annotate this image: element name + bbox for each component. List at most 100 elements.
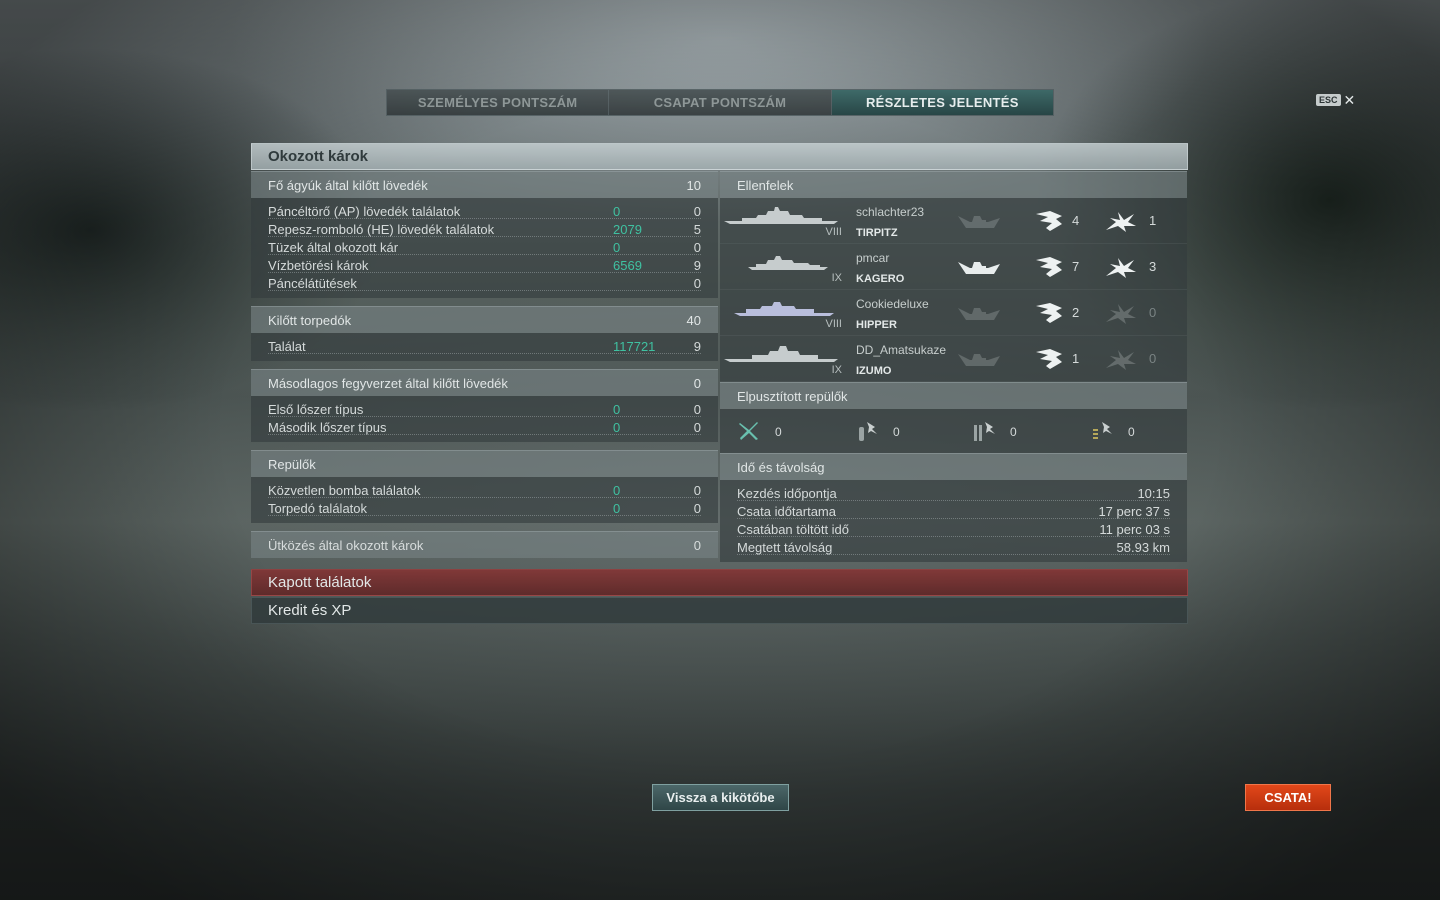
destroyed-parts-count: 0	[1149, 351, 1157, 366]
ship-silhouette-icon	[748, 256, 828, 270]
plane-type-spotter: 0	[1090, 419, 1200, 443]
enemy-row[interactable]: IX pmcar KAGERO 7 3	[720, 244, 1187, 290]
dotted-divider	[268, 434, 701, 435]
dotted-divider	[268, 290, 701, 291]
time-distance-title: Idő és távolság	[737, 460, 825, 475]
tab-detailed-report[interactable]: RÉSZLETES JELENTÉS	[831, 90, 1053, 115]
stat-count: 0	[693, 483, 701, 498]
back-to-port-button[interactable]: Vissza a kikötőbe	[652, 784, 789, 811]
esc-key-badge: ESC	[1316, 94, 1341, 106]
damage-dealt-title: Okozott károk	[268, 148, 369, 165]
fighter-plane-icon	[739, 422, 758, 440]
torpedoes-header: Kilőtt torpedók 40	[251, 306, 718, 333]
close-icon[interactable]: ✕	[1344, 93, 1356, 107]
spotted-hits-icon	[1036, 257, 1062, 277]
plane-count: 0	[1128, 425, 1135, 439]
dotted-divider	[737, 554, 1170, 555]
tab-team-score[interactable]: CSAPAT PONTSZÁM	[609, 90, 832, 115]
enemy-row[interactable]: VIII Cookiedeluxe HIPPER 2 0	[720, 290, 1187, 336]
time-row-distance: Megtett távolság 58.93 km	[720, 538, 1187, 556]
stat-label: Torpedó találatok	[268, 501, 368, 516]
ship-tier: VIII	[825, 318, 842, 330]
stat-damage: 117721	[613, 339, 656, 354]
main-guns-value: 10	[686, 178, 701, 193]
stat-row-second-ammo: Második lőszer típus 0 0	[251, 418, 718, 436]
secondary-title: Másodlagos fegyverzet által kilőtt löved…	[268, 376, 508, 391]
torpedoes-value: 40	[686, 313, 701, 328]
spotted-count: 2	[1072, 305, 1080, 320]
main-guns-title: Fő ágyúk által kilőtt lövedék	[268, 178, 428, 193]
stat-damage: 6569	[613, 258, 642, 273]
plane-type-dive-bomber: 0	[972, 419, 1082, 443]
time-distance-header: Idő és távolság	[720, 453, 1187, 480]
stat-label: Második lőszer típus	[268, 420, 387, 435]
enemy-ship-name: IZUMO	[856, 365, 892, 377]
stat-label: Közvetlen bomba találatok	[268, 483, 421, 498]
plane-count: 0	[775, 425, 782, 439]
plane-count: 0	[893, 425, 900, 439]
dotted-divider	[737, 500, 1170, 501]
enemy-ship-name: TIRPITZ	[856, 227, 898, 239]
enemy-row[interactable]: IX DD_Amatsukaze IZUMO 1 0	[720, 336, 1187, 382]
stat-damage: 0	[613, 420, 621, 435]
enemies-title: Ellenfelek	[737, 178, 794, 193]
spotted-count: 1	[1072, 351, 1080, 366]
time-value: 10:15	[1137, 486, 1170, 501]
stat-damage: 0	[613, 483, 621, 498]
stat-count: 0	[693, 240, 701, 255]
damage-right-column: Ellenfelek VIII schlachter23 TIRPITZ 4 1	[720, 171, 1187, 570]
enemy-row[interactable]: VIII schlachter23 TIRPITZ 4 1	[720, 198, 1187, 244]
time-distance-body: Kezdés időpontja 10:15 Csata időtartama …	[720, 480, 1187, 562]
stat-count: 0	[693, 402, 701, 417]
stat-count: 0	[693, 276, 701, 291]
sunk-ship-icon	[958, 262, 1000, 274]
dotted-divider	[268, 236, 701, 237]
spotted-hits-icon	[1036, 349, 1062, 369]
enemy-player-name: pmcar	[856, 251, 890, 265]
planes-destroyed-title: Elpusztított repülők	[737, 389, 848, 404]
stat-label: Páncéltörő (AP) lövedék találatok	[268, 204, 461, 219]
plane-count: 0	[1010, 425, 1017, 439]
secondary-body: Első lőszer típus 0 0 Második lőszer típ…	[251, 396, 718, 442]
received-hits-section[interactable]: Kapott találatok	[251, 569, 1188, 596]
dotted-divider	[737, 518, 1170, 519]
stat-label: Páncélátütések	[268, 276, 357, 291]
stat-count: 9	[693, 258, 701, 273]
damage-dealt-header[interactable]: Okozott károk	[251, 143, 1188, 170]
sunk-ship-icon	[958, 308, 1000, 320]
ship-tier: IX	[831, 364, 842, 376]
time-row-start: Kezdés időpontja 10:15	[720, 484, 1187, 502]
close-button[interactable]: ESC ✕	[1316, 93, 1356, 107]
battle-button[interactable]: CSATA!	[1245, 784, 1331, 811]
aircraft-header: Repülők	[251, 450, 718, 477]
dotted-divider	[268, 416, 701, 417]
destroyed-parts-icon	[1106, 304, 1136, 324]
planes-destroyed-header: Elpusztított repülők	[720, 382, 1187, 409]
stat-damage: 2079	[613, 222, 642, 237]
stat-damage: 0	[613, 240, 621, 255]
ramming-value: 0	[693, 538, 701, 553]
credits-xp-section[interactable]: Kredit és XP	[251, 597, 1188, 624]
stat-row-first-ammo: Első lőszer típus 0 0	[251, 400, 718, 418]
stat-label: Vízbetörési károk	[268, 258, 369, 273]
stat-label: Első lőszer típus	[268, 402, 364, 417]
sunk-ship-icon	[958, 216, 1000, 228]
destroyed-parts-count: 3	[1149, 259, 1157, 274]
ramming-row: Ütközés által okozott károk 0	[251, 531, 718, 558]
torpedoes-title: Kilőtt torpedók	[268, 313, 352, 328]
time-label: Csata időtartama	[737, 504, 836, 519]
time-value: 58.93 km	[1116, 540, 1170, 555]
stat-row-flooding: Vízbetörési károk 6569 9	[251, 256, 718, 274]
dotted-divider	[268, 515, 701, 516]
credits-xp-title: Kredit és XP	[268, 602, 352, 619]
main-guns-body: Páncéltörő (AP) lövedék találatok 0 0 Re…	[251, 198, 718, 298]
tab-personal-score[interactable]: SZEMÉLYES PONTSZÁM	[387, 90, 610, 115]
enemy-player-name: DD_Amatsukaze	[856, 343, 947, 357]
dotted-divider	[737, 536, 1170, 537]
spotted-hits-icon	[1036, 303, 1062, 323]
torpedoes-body: Találat 117721 9	[251, 333, 718, 361]
stat-row-fire: Tüzek által okozott kár 0 0	[251, 238, 718, 256]
plane-type-fighter: 0	[737, 419, 847, 443]
dotted-divider	[268, 254, 701, 255]
stat-damage: 0	[613, 204, 621, 219]
